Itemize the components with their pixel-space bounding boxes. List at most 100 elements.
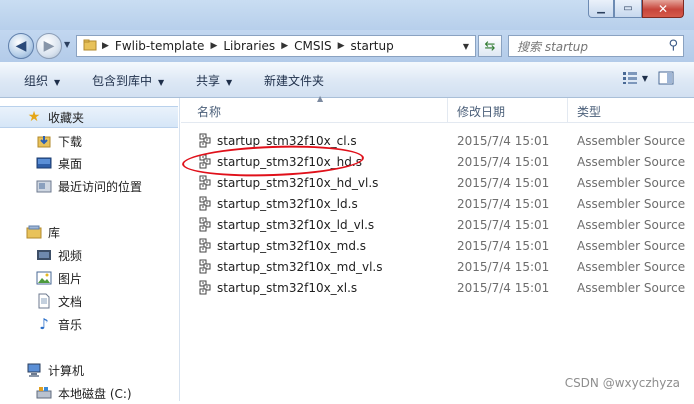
file-list: ▲ 名称 修改日期 类型 startup_stm32f10x_cl.s 2015… bbox=[181, 94, 694, 401]
command-bar: 组织 ▼ 包含到库中 ▼ 共享 ▼ 新建文件夹 ▼ bbox=[0, 62, 694, 98]
column-header-row: ▲ 名称 修改日期 类型 bbox=[181, 94, 694, 123]
breadcrumb-separator-icon[interactable]: ▶ bbox=[336, 41, 347, 51]
minimize-icon: ▁ bbox=[597, 3, 605, 14]
column-header-name[interactable]: 名称 bbox=[197, 103, 221, 120]
file-modified-date: 2015/7/4 15:01 bbox=[457, 260, 550, 274]
view-controls: ▼ bbox=[622, 71, 674, 85]
nav-item-pictures[interactable]: 图片 bbox=[0, 267, 82, 289]
nav-label: 音乐 bbox=[58, 317, 83, 332]
nav-item-downloads[interactable]: 下载 bbox=[0, 130, 82, 152]
search-input[interactable] bbox=[515, 37, 659, 57]
view-list-icon bbox=[622, 72, 637, 84]
nav-item-music[interactable]: ♪ 音乐 bbox=[0, 313, 82, 335]
column-header-modified[interactable]: 修改日期 bbox=[457, 103, 505, 120]
address-dropdown-icon[interactable]: ▼ bbox=[457, 42, 475, 51]
preview-pane-icon[interactable] bbox=[658, 71, 674, 85]
file-name: startup_stm32f10x_md.s bbox=[217, 239, 367, 253]
include-in-library-label: 包含到库中 bbox=[92, 74, 153, 88]
forward-button[interactable]: ▶ bbox=[36, 33, 62, 59]
refresh-button[interactable]: ⇆ bbox=[478, 35, 502, 57]
hard-drive-icon bbox=[36, 385, 52, 401]
downloads-folder-icon bbox=[36, 133, 52, 149]
chevron-down-icon: ▼ bbox=[158, 78, 165, 87]
breadcrumb-cmsis[interactable]: CMSIS bbox=[290, 39, 336, 53]
maximize-button[interactable]: ▭ bbox=[614, 0, 642, 18]
file-row[interactable]: startup_stm32f10x_md.s 2015/7/4 15:01 As… bbox=[181, 235, 694, 256]
folder-icon bbox=[77, 38, 100, 55]
refresh-icon: ⇆ bbox=[484, 38, 496, 54]
file-name: startup_stm32f10x_hd_vl.s bbox=[217, 176, 379, 190]
nav-label: 库 bbox=[48, 225, 61, 240]
assembler-file-icon bbox=[199, 259, 211, 274]
nav-label: 图片 bbox=[58, 271, 83, 286]
caption-buttons: ▁ ▭ ✕ bbox=[588, 0, 684, 18]
picture-icon bbox=[36, 270, 52, 286]
search-box[interactable]: ⚲ bbox=[508, 35, 684, 57]
breadcrumb-fwlib-template[interactable]: Fwlib-template bbox=[111, 39, 209, 53]
minimize-button[interactable]: ▁ bbox=[588, 0, 614, 18]
file-modified-date: 2015/7/4 15:01 bbox=[457, 176, 550, 190]
column-header-type[interactable]: 类型 bbox=[577, 103, 601, 120]
file-modified-date: 2015/7/4 15:01 bbox=[457, 281, 550, 295]
title-bar[interactable]: ▁ ▭ ✕ bbox=[0, 0, 694, 30]
computer-icon bbox=[26, 362, 42, 378]
assembler-file-icon bbox=[199, 238, 211, 253]
organize-button[interactable]: 组织 ▼ bbox=[24, 72, 60, 89]
file-type: Assembler Source bbox=[577, 239, 686, 253]
nav-label: 视频 bbox=[58, 248, 83, 263]
file-row[interactable]: startup_stm32f10x_xl.s 2015/7/4 15:01 As… bbox=[181, 277, 694, 298]
nav-item-libraries[interactable]: 库 bbox=[0, 221, 60, 243]
file-row[interactable]: startup_stm32f10x_ld.s 2015/7/4 15:01 As… bbox=[181, 193, 694, 214]
nav-item-favorites[interactable]: ★ 收藏夹 bbox=[0, 106, 178, 128]
breadcrumb-separator-icon[interactable]: ▶ bbox=[100, 41, 111, 51]
column-divider[interactable] bbox=[447, 98, 448, 122]
back-button[interactable]: ◀ bbox=[8, 33, 34, 59]
close-button[interactable]: ✕ bbox=[642, 0, 684, 18]
new-folder-button[interactable]: 新建文件夹 bbox=[264, 72, 324, 89]
navigation-pane: ★ 收藏夹 下载 桌面 最近访问的位置 库 视频 图片 文档 ♪ 音乐 计算机 … bbox=[0, 98, 180, 401]
file-row[interactable]: startup_stm32f10x_hd_vl.s 2015/7/4 15:01… bbox=[181, 172, 694, 193]
breadcrumb-separator-icon[interactable]: ▶ bbox=[208, 41, 219, 51]
file-row[interactable]: startup_stm32f10x_md_vl.s 2015/7/4 15:01… bbox=[181, 256, 694, 277]
breadcrumb-libraries[interactable]: Libraries bbox=[219, 39, 279, 53]
file-name: startup_stm32f10x_cl.s bbox=[217, 134, 357, 148]
nav-item-desktop[interactable]: 桌面 bbox=[0, 152, 82, 174]
close-icon: ✕ bbox=[657, 1, 669, 16]
explorer-window: ▁ ▭ ✕ ◀ ▶ ▼ ▶ Fwlib-template ▶ Libraries… bbox=[0, 0, 694, 401]
assembler-file-icon bbox=[199, 217, 211, 232]
file-name: startup_stm32f10x_ld.s bbox=[217, 197, 358, 211]
file-modified-date: 2015/7/4 15:01 bbox=[457, 134, 550, 148]
nav-label: 桌面 bbox=[58, 156, 83, 171]
share-label: 共享 bbox=[196, 74, 221, 88]
file-modified-date: 2015/7/4 15:01 bbox=[457, 155, 550, 169]
history-dropdown-icon[interactable]: ▼ bbox=[64, 40, 70, 49]
file-row[interactable]: startup_stm32f10x_ld_vl.s 2015/7/4 15:01… bbox=[181, 214, 694, 235]
breadcrumb-separator-icon[interactable]: ▶ bbox=[279, 41, 290, 51]
file-name: startup_stm32f10x_xl.s bbox=[217, 281, 358, 295]
nav-item-recent-places[interactable]: 最近访问的位置 bbox=[0, 175, 142, 197]
file-modified-date: 2015/7/4 15:01 bbox=[457, 218, 550, 232]
assembler-file-icon bbox=[199, 133, 211, 148]
column-divider[interactable] bbox=[567, 98, 568, 122]
organize-label: 组织 bbox=[24, 74, 49, 88]
file-type: Assembler Source bbox=[577, 176, 686, 190]
file-modified-date: 2015/7/4 15:01 bbox=[457, 239, 550, 253]
maximize-icon: ▭ bbox=[623, 3, 633, 14]
change-view-button[interactable]: ▼ bbox=[622, 71, 648, 85]
nav-label: 最近访问的位置 bbox=[58, 179, 143, 194]
document-icon bbox=[36, 293, 52, 309]
nav-item-computer[interactable]: 计算机 bbox=[0, 359, 84, 381]
nav-item-videos[interactable]: 视频 bbox=[0, 244, 82, 266]
file-type: Assembler Source bbox=[577, 134, 686, 148]
address-bar[interactable]: ▶ Fwlib-template ▶ Libraries ▶ CMSIS ▶ s… bbox=[76, 35, 476, 57]
nav-item-documents[interactable]: 文档 bbox=[0, 290, 82, 312]
file-modified-date: 2015/7/4 15:01 bbox=[457, 197, 550, 211]
search-icon[interactable]: ⚲ bbox=[668, 38, 678, 53]
star-icon: ★ bbox=[27, 109, 41, 125]
include-in-library-button[interactable]: 包含到库中 ▼ bbox=[92, 72, 164, 89]
breadcrumb-startup[interactable]: startup bbox=[347, 39, 398, 53]
file-row[interactable]: startup_stm32f10x_hd.s 2015/7/4 15:01 As… bbox=[181, 151, 694, 172]
file-row[interactable]: startup_stm32f10x_cl.s 2015/7/4 15:01 As… bbox=[181, 130, 694, 151]
share-button[interactable]: 共享 ▼ bbox=[196, 72, 232, 89]
forward-arrow-icon: ▶ bbox=[43, 38, 55, 54]
